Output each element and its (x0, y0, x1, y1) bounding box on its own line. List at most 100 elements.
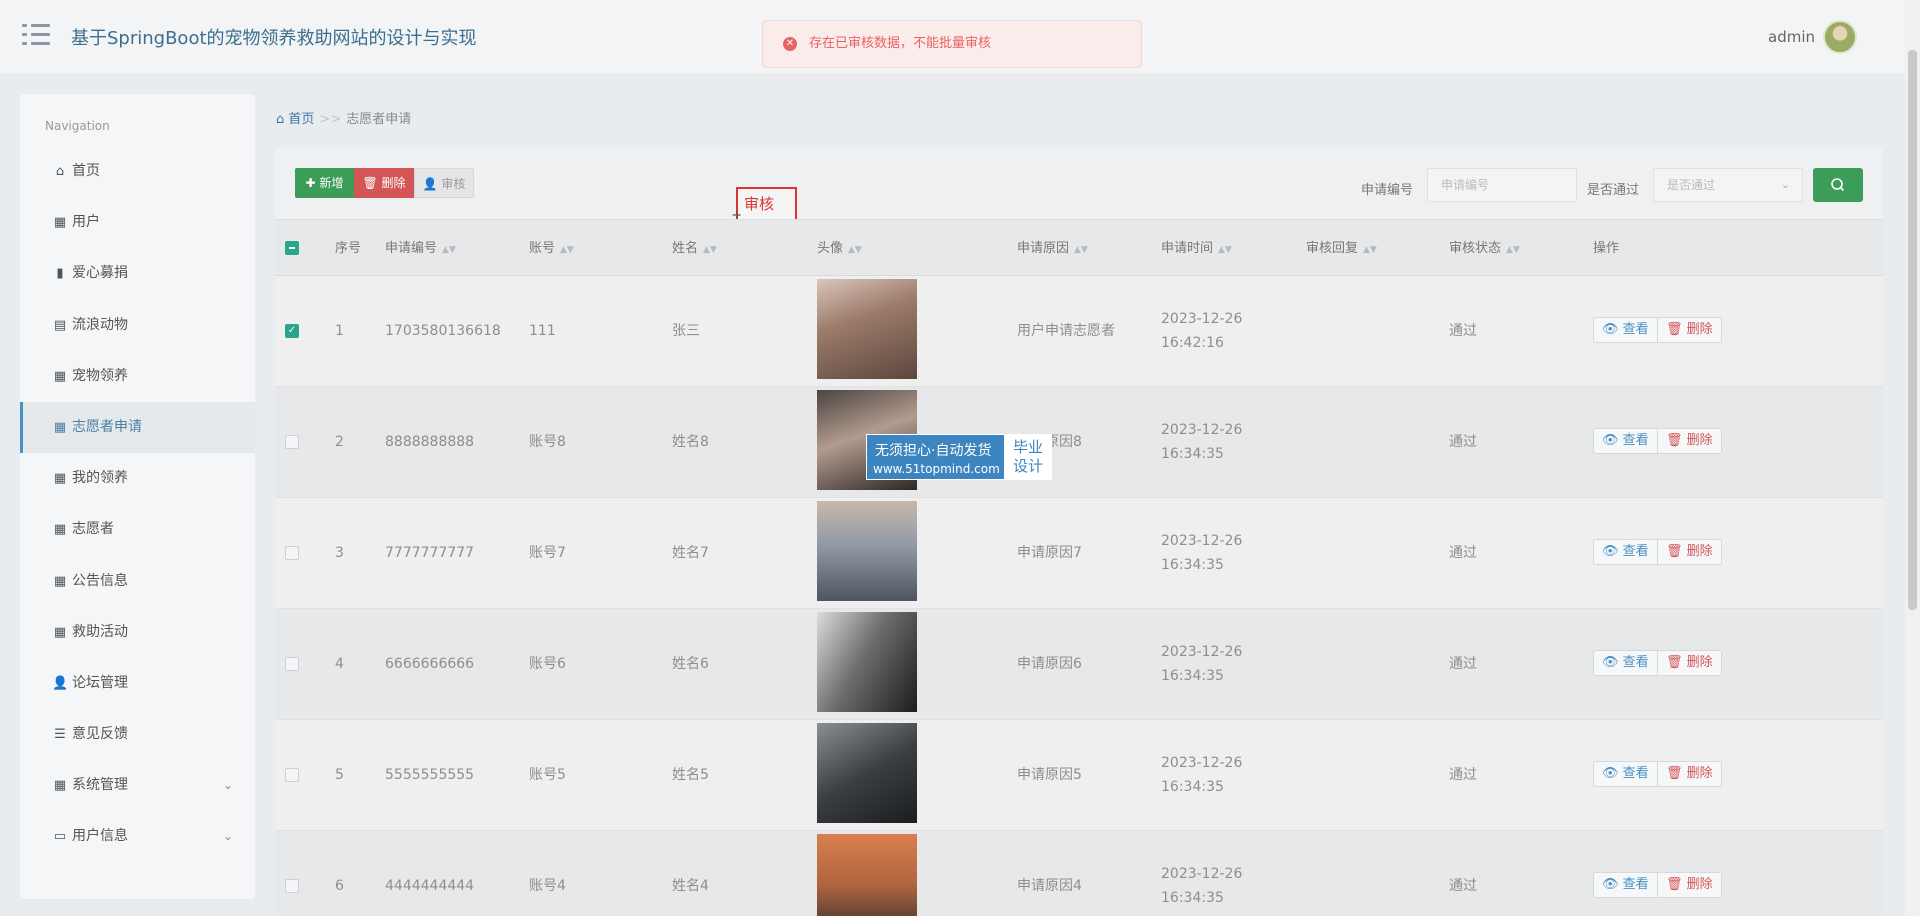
sidebar-item-7[interactable]: ▦ 志愿者 (20, 504, 255, 555)
col-app-no[interactable]: 申请编号 ▲▼ (385, 220, 456, 277)
cell-name: 姓名6 (672, 656, 709, 672)
sidebar-item-label: 系统管理 (72, 777, 128, 794)
search-button[interactable] (1813, 168, 1863, 202)
col-reply[interactable]: 审核回复 ▲▼ (1306, 220, 1377, 277)
sort-icon: ▲▼ (848, 245, 862, 255)
cell-status: 通过 (1449, 656, 1477, 672)
sidebar-item-10[interactable]: 👤 论坛管理 (20, 658, 255, 709)
avatar-photo[interactable] (817, 501, 917, 601)
main-card: ✚ 新增 🗑 删除 👤 审核 ✛ 审核 申请编号 申请编号 是否通过 是否通过 … (275, 147, 1883, 916)
delete-button[interactable]: 🗑 删除 (354, 168, 414, 198)
cell-status: 通过 (1449, 323, 1477, 339)
watermark-badge: 毕业 设计 (1004, 435, 1052, 479)
avatar-photo[interactable] (817, 723, 917, 823)
view-button[interactable]: 👁 查看 (1593, 650, 1658, 676)
sidebar-item-1[interactable]: ▦ 用户 (20, 197, 255, 248)
view-button-label: 查看 (1622, 322, 1649, 337)
app-no-input[interactable]: 申请编号 (1427, 168, 1577, 202)
col-reply-label: 审核回复 (1306, 241, 1359, 256)
row-checkbox[interactable] (285, 657, 299, 671)
page-scrollbar[interactable] (1905, 0, 1920, 916)
grid-icon: ▦ (53, 573, 67, 589)
row-delete-label: 删除 (1686, 322, 1713, 337)
audit-button[interactable]: 👤 审核 (414, 168, 474, 198)
sidebar-item-13[interactable]: ▭ 用户信息 ⌄ (20, 811, 255, 862)
sidebar-item-11[interactable]: ☰ 意见反馈 (20, 709, 255, 760)
watermark-line2: www.51topmind.com (873, 462, 1000, 476)
row-checkbox[interactable] (285, 879, 299, 893)
add-button[interactable]: ✚ 新增 (295, 168, 354, 198)
cell-account: 账号6 (529, 656, 566, 672)
view-button[interactable]: 👁 查看 (1593, 872, 1658, 898)
col-account[interactable]: 账号 ▲▼ (529, 220, 574, 277)
cell-reason: 申请原因7 (1017, 545, 1082, 561)
view-button[interactable]: 👁 查看 (1593, 761, 1658, 787)
row-delete-button[interactable]: 🗑 删除 (1658, 539, 1722, 565)
sidebar-item-label: 志愿者 (72, 521, 114, 538)
sidebar-item-5[interactable]: ▦ 志愿者申请 (20, 401, 255, 454)
row-checkbox[interactable] (285, 546, 299, 560)
sidebar-item-12[interactable]: ▦ 系统管理 ⌄ (20, 760, 255, 811)
cell-app-no: 8888888888 (385, 434, 475, 450)
sidebar-item-label: 我的领养 (72, 470, 128, 487)
row-checkbox[interactable] (285, 435, 299, 449)
scrollbar-thumb[interactable] (1908, 50, 1917, 610)
cell-account: 账号4 (529, 878, 566, 894)
sidebar-item-3[interactable]: ▤ 流浪动物 (20, 300, 255, 351)
col-name[interactable]: 姓名 ▲▼ (672, 220, 717, 277)
passed-select-value: 是否通过 (1667, 178, 1716, 192)
app-no-label: 申请编号 (1361, 183, 1414, 198)
passed-select[interactable]: 是否通过 ⌄ (1653, 168, 1803, 202)
col-status[interactable]: 审核状态 ▲▼ (1449, 220, 1520, 277)
row-delete-button[interactable]: 🗑 删除 (1658, 428, 1722, 454)
error-toast: ✕ 存在已审核数据，不能批量审核 (762, 20, 1142, 68)
row-delete-button[interactable]: 🗑 删除 (1658, 761, 1722, 787)
sidebar-item-2[interactable]: ▮ 爱心募捐 (20, 248, 255, 299)
row-delete-button[interactable]: 🗑 删除 (1658, 650, 1722, 676)
sidebar-item-6[interactable]: ▦ 我的领养 (20, 453, 255, 504)
view-button-label: 查看 (1622, 655, 1649, 670)
audit-tooltip-label: 审核 (744, 195, 775, 213)
avatar[interactable] (1823, 20, 1857, 54)
nav-list: ⌂ 首页 ▦ 用户 ▮ 爱心募捐 ▤ 流浪动物 ▦ 宠物领养 ▦ 志愿者申请 ▦ 我的领养 ▦ 志愿者 ▦ 公告信… (20, 146, 255, 863)
sidebar-item-4[interactable]: ▦ 宠物领养 (20, 351, 255, 402)
sidebar-item-8[interactable]: ▦ 公告信息 (20, 556, 255, 607)
cell-app-no: 5555555555 (385, 767, 475, 783)
view-button[interactable]: 👁 查看 (1593, 539, 1658, 565)
cell-index: 6 (335, 878, 344, 894)
cell-time: 2023-12-26 16:34:35 (1161, 422, 1243, 462)
sidebar-item-label: 论坛管理 (72, 674, 128, 691)
col-avatar[interactable]: 头像 ▲▼ (817, 220, 862, 277)
avatar-photo[interactable] (817, 834, 917, 916)
username[interactable]: admin (1768, 28, 1815, 46)
col-time-label: 申请时间 (1161, 241, 1214, 256)
col-reason[interactable]: 申请原因 ▲▼ (1017, 220, 1088, 277)
table-row: 4 6666666666 账号6 姓名6 申请原因6 2023-12-26 16:34:3… (275, 609, 1883, 720)
trash-icon: 🗑 (1666, 655, 1683, 670)
sidebar-item-9[interactable]: ▦ 救助活动 (20, 607, 255, 658)
row-delete-button[interactable]: 🗑 删除 (1658, 872, 1722, 898)
view-button[interactable]: 👁 查看 (1593, 428, 1658, 454)
cell-time: 2023-12-26 16:34:35 (1161, 866, 1243, 906)
select-all-checkbox[interactable] (285, 241, 299, 255)
view-button-label: 查看 (1622, 433, 1649, 448)
cell-time: 2023-12-26 16:34:35 (1161, 755, 1243, 795)
avatar-photo[interactable] (817, 279, 917, 379)
sort-icon: ▲▼ (560, 245, 574, 255)
breadcrumb-home[interactable]: ⌂ 首页 (276, 112, 314, 127)
row-checkbox[interactable]: ✓ (285, 324, 299, 338)
view-button[interactable]: 👁 查看 (1593, 317, 1658, 343)
bar-chart-icon: ▮ (56, 266, 64, 282)
row-checkbox[interactable] (285, 768, 299, 782)
menu-toggle-icon[interactable] (22, 24, 50, 46)
row-delete-button[interactable]: 🗑 删除 (1658, 317, 1722, 343)
sidebar-item-label: 救助活动 (72, 623, 128, 640)
sort-icon: ▲▼ (1363, 245, 1377, 255)
grid-icon: ▦ (53, 778, 67, 794)
col-time[interactable]: 申请时间 ▲▼ (1161, 220, 1232, 277)
avatar-photo[interactable] (817, 612, 917, 712)
list-icon: ☰ (54, 727, 66, 743)
sidebar-item-0[interactable]: ⌂ 首页 (20, 146, 255, 197)
sidebar-item-label: 公告信息 (72, 572, 128, 589)
plus-icon: ✚ (305, 176, 316, 190)
